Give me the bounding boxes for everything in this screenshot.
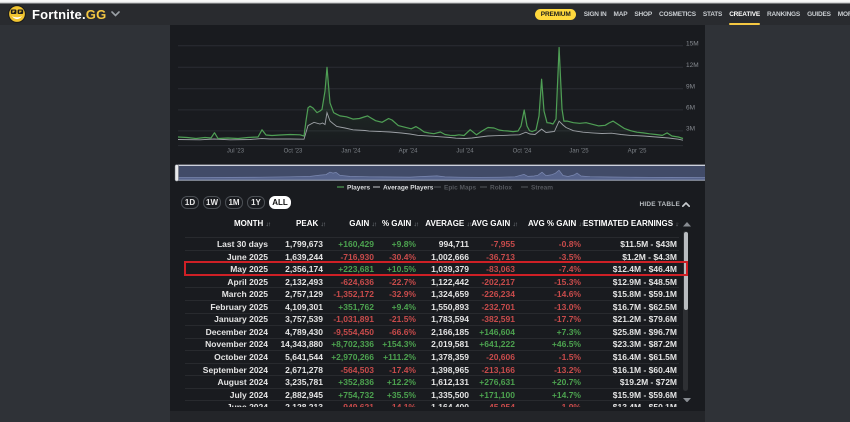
svg-text:6M: 6M xyxy=(686,104,695,111)
svg-text:Oct '23: Oct '23 xyxy=(284,148,303,154)
svg-text:Apr '24: Apr '24 xyxy=(399,148,418,154)
svg-text:Jan '24: Jan '24 xyxy=(341,148,361,154)
svg-text:12M: 12M xyxy=(686,62,699,69)
svg-text:9M: 9M xyxy=(686,83,695,90)
svg-text:Roblox: Roblox xyxy=(490,184,512,191)
svg-text:Jul '24: Jul '24 xyxy=(456,148,474,154)
svg-text:Jul '23: Jul '23 xyxy=(227,148,245,154)
svg-text:Stream: Stream xyxy=(531,184,553,191)
svg-text:Oct '24: Oct '24 xyxy=(513,148,532,154)
svg-text:Average Players: Average Players xyxy=(383,184,434,191)
svg-text:Apr '25: Apr '25 xyxy=(628,148,647,154)
svg-text:Epic Maps: Epic Maps xyxy=(444,184,477,191)
svg-text:15M: 15M xyxy=(686,40,699,47)
svg-text:Players: Players xyxy=(347,184,371,191)
svg-text:Jan '25: Jan '25 xyxy=(569,148,589,154)
svg-text:3M: 3M xyxy=(686,125,695,132)
